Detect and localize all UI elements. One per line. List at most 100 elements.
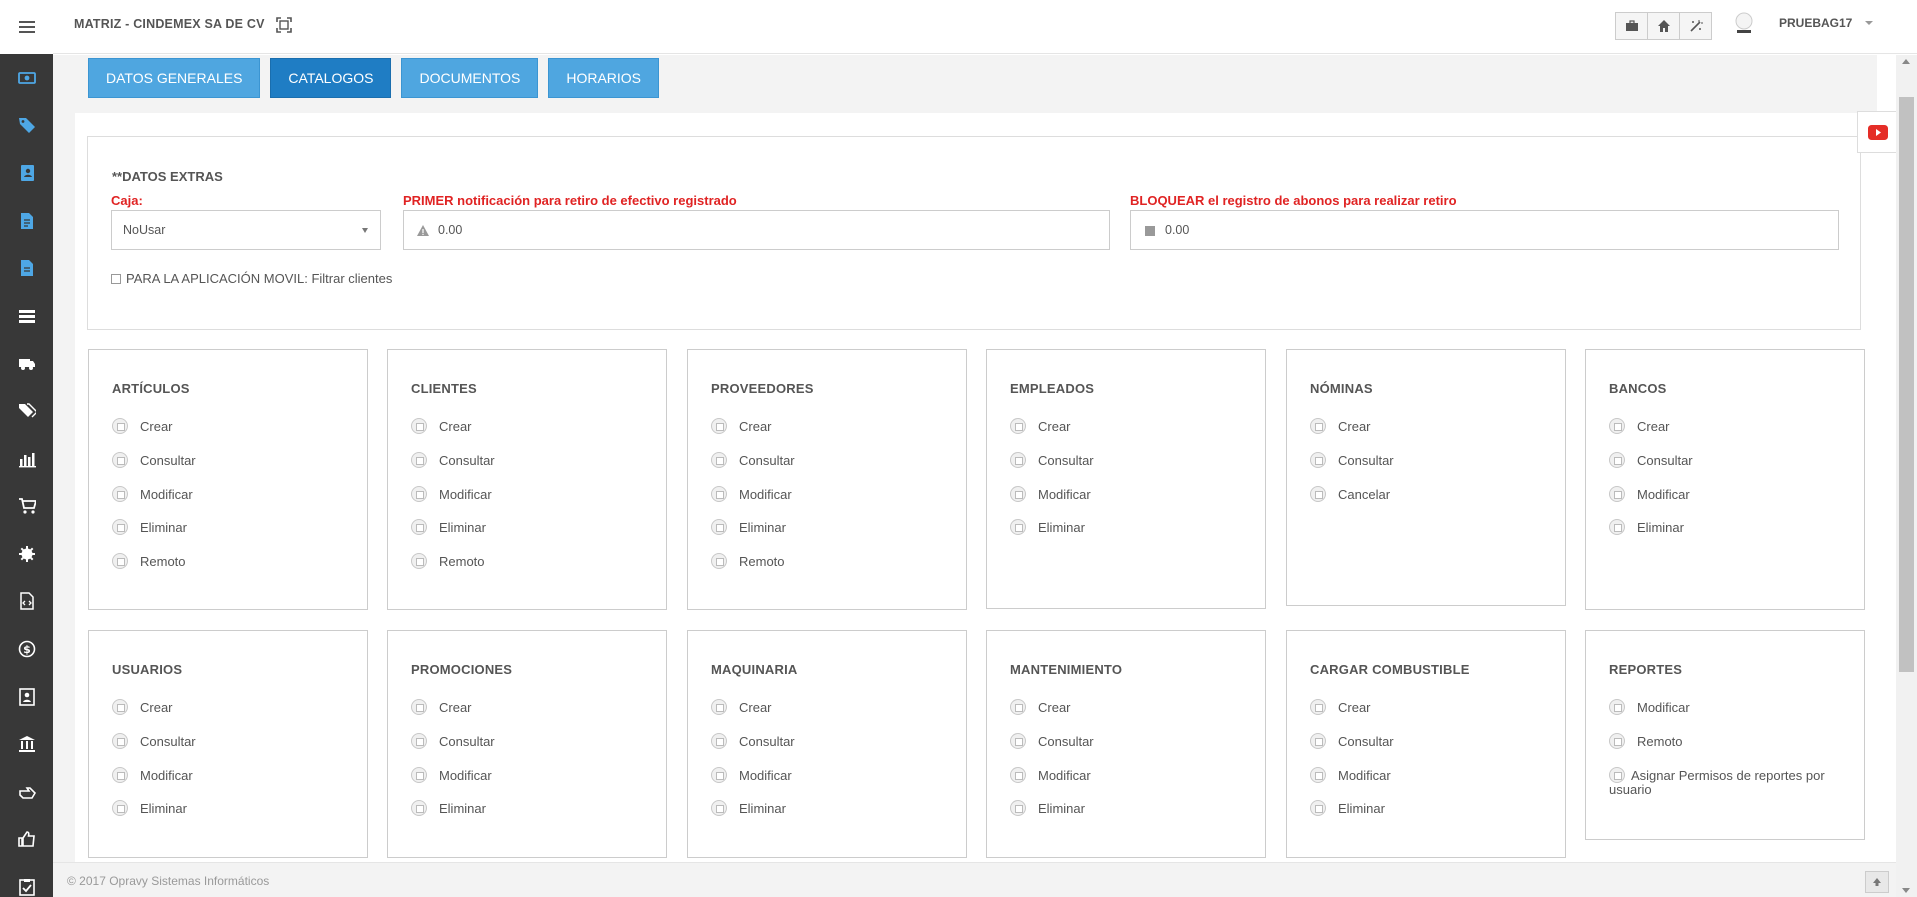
permission-checkbox[interactable] xyxy=(1609,418,1625,434)
sidebar-item-hand-point[interactable] xyxy=(0,768,53,816)
permission-option[interactable]: Crear xyxy=(1010,699,1071,715)
permission-option[interactable]: Modificar xyxy=(1310,767,1391,783)
permission-checkbox[interactable] xyxy=(112,733,128,749)
permission-option[interactable]: Crear xyxy=(411,418,472,434)
permission-option[interactable]: Eliminar xyxy=(711,800,786,816)
permission-option[interactable]: Crear xyxy=(1310,418,1371,434)
permission-checkbox[interactable] xyxy=(1609,519,1625,535)
sidebar-item-thumbs-up[interactable] xyxy=(0,816,53,864)
block-input[interactable]: 0.00 xyxy=(1130,210,1839,250)
expand-icon[interactable] xyxy=(276,17,292,33)
permission-option[interactable]: Remoto xyxy=(411,553,485,569)
permission-checkbox[interactable] xyxy=(1010,486,1026,502)
permission-checkbox[interactable] xyxy=(1609,767,1625,783)
permission-checkbox[interactable] xyxy=(1010,519,1026,535)
permission-checkbox[interactable] xyxy=(112,486,128,502)
permission-option[interactable]: Crear xyxy=(411,699,472,715)
permission-option[interactable]: Consultar xyxy=(411,452,495,468)
permission-checkbox[interactable] xyxy=(1609,486,1625,502)
permission-option[interactable]: Modificar xyxy=(1010,486,1091,502)
permission-checkbox[interactable] xyxy=(711,519,727,535)
permission-checkbox[interactable] xyxy=(411,699,427,715)
permission-option[interactable]: Modificar xyxy=(711,486,792,502)
permission-checkbox[interactable] xyxy=(711,767,727,783)
permission-checkbox[interactable] xyxy=(1310,767,1326,783)
permission-checkbox[interactable] xyxy=(1609,699,1625,715)
permission-option[interactable]: Crear xyxy=(711,418,772,434)
permission-option[interactable]: Eliminar xyxy=(411,519,486,535)
permission-checkbox[interactable] xyxy=(1609,733,1625,749)
permission-option[interactable]: Eliminar xyxy=(1010,519,1085,535)
permission-checkbox[interactable] xyxy=(112,553,128,569)
permission-option[interactable]: Crear xyxy=(711,699,772,715)
tab-datos-generales[interactable]: DATOS GENERALES xyxy=(88,58,261,98)
tab-catalogos[interactable]: CATALOGOS xyxy=(270,58,392,98)
permission-checkbox[interactable] xyxy=(711,699,727,715)
permission-checkbox[interactable] xyxy=(711,800,727,816)
tab-documentos[interactable]: DOCUMENTOS xyxy=(401,58,539,98)
permission-checkbox[interactable] xyxy=(411,733,427,749)
permission-option[interactable]: Eliminar xyxy=(1609,519,1684,535)
permission-checkbox[interactable] xyxy=(411,519,427,535)
caja-select[interactable]: NoUsar xyxy=(111,210,381,250)
permission-option[interactable]: Eliminar xyxy=(711,519,786,535)
permission-option[interactable]: Remoto xyxy=(112,553,186,569)
permission-option[interactable]: Eliminar xyxy=(112,519,187,535)
permission-option[interactable]: Modificar xyxy=(1609,699,1690,715)
sidebar-item-cart[interactable] xyxy=(0,482,53,530)
tab-horarios[interactable]: HORARIOS xyxy=(548,58,660,98)
user-menu[interactable]: PRUEBAG17 xyxy=(1779,16,1852,30)
permission-checkbox[interactable] xyxy=(1310,800,1326,816)
permission-option[interactable]: Modificar xyxy=(112,767,193,783)
permission-option[interactable]: Crear xyxy=(1010,418,1071,434)
permission-checkbox[interactable] xyxy=(112,699,128,715)
permission-checkbox[interactable] xyxy=(711,486,727,502)
sidebar-item-address-book[interactable] xyxy=(0,149,53,197)
permission-option[interactable]: Crear xyxy=(112,418,173,434)
permission-checkbox[interactable] xyxy=(112,452,128,468)
scrollbar[interactable] xyxy=(1896,55,1917,897)
permission-option[interactable]: Eliminar xyxy=(1310,800,1385,816)
permission-option[interactable]: Eliminar xyxy=(112,800,187,816)
permission-checkbox[interactable] xyxy=(411,767,427,783)
avatar[interactable] xyxy=(1733,12,1755,36)
permission-checkbox[interactable] xyxy=(1010,767,1026,783)
permission-option[interactable]: Modificar xyxy=(1609,486,1690,502)
permission-option[interactable]: Consultar xyxy=(1010,452,1094,468)
permission-checkbox[interactable] xyxy=(411,800,427,816)
permission-option[interactable]: Remoto xyxy=(1609,733,1683,749)
sidebar-item-document-edit[interactable] xyxy=(0,244,53,292)
scroll-up-arrow[interactable] xyxy=(1902,59,1910,64)
permission-option[interactable]: Modificar xyxy=(411,767,492,783)
permission-option[interactable]: Consultar xyxy=(1609,452,1693,468)
permission-checkbox[interactable] xyxy=(1010,800,1026,816)
permission-option[interactable]: Modificar xyxy=(1010,767,1091,783)
permission-option[interactable]: Consultar xyxy=(1310,733,1394,749)
sidebar-item-code-file[interactable] xyxy=(0,578,53,626)
sidebar-item-contact[interactable] xyxy=(0,673,53,721)
permission-option[interactable]: Eliminar xyxy=(1010,800,1085,816)
sidebar-item-ambulance[interactable] xyxy=(0,340,53,388)
permission-option[interactable]: Consultar xyxy=(1310,452,1394,468)
permission-checkbox[interactable] xyxy=(1310,733,1326,749)
permission-checkbox[interactable] xyxy=(411,452,427,468)
menu-toggle-button[interactable] xyxy=(0,0,53,54)
permission-option[interactable]: Asignar Permisos de reportes por usuario xyxy=(1609,767,1849,797)
permission-checkbox[interactable] xyxy=(112,767,128,783)
permission-option[interactable]: Crear xyxy=(1609,418,1670,434)
permission-checkbox[interactable] xyxy=(411,418,427,434)
sidebar-item-server[interactable] xyxy=(0,292,53,340)
scroll-to-top-button[interactable] xyxy=(1865,871,1889,893)
permission-option[interactable]: Modificar xyxy=(711,767,792,783)
permission-option[interactable]: Crear xyxy=(1310,699,1371,715)
permission-checkbox[interactable] xyxy=(1010,733,1026,749)
sidebar-item-money[interactable] xyxy=(0,54,53,102)
scrollbar-thumb[interactable] xyxy=(1899,97,1914,672)
permission-checkbox[interactable] xyxy=(711,553,727,569)
permission-checkbox[interactable] xyxy=(1310,418,1326,434)
permission-checkbox[interactable] xyxy=(711,733,727,749)
permission-checkbox[interactable] xyxy=(711,418,727,434)
sidebar-item-document[interactable] xyxy=(0,197,53,245)
permission-checkbox[interactable] xyxy=(411,553,427,569)
permission-option[interactable]: Remoto xyxy=(711,553,785,569)
